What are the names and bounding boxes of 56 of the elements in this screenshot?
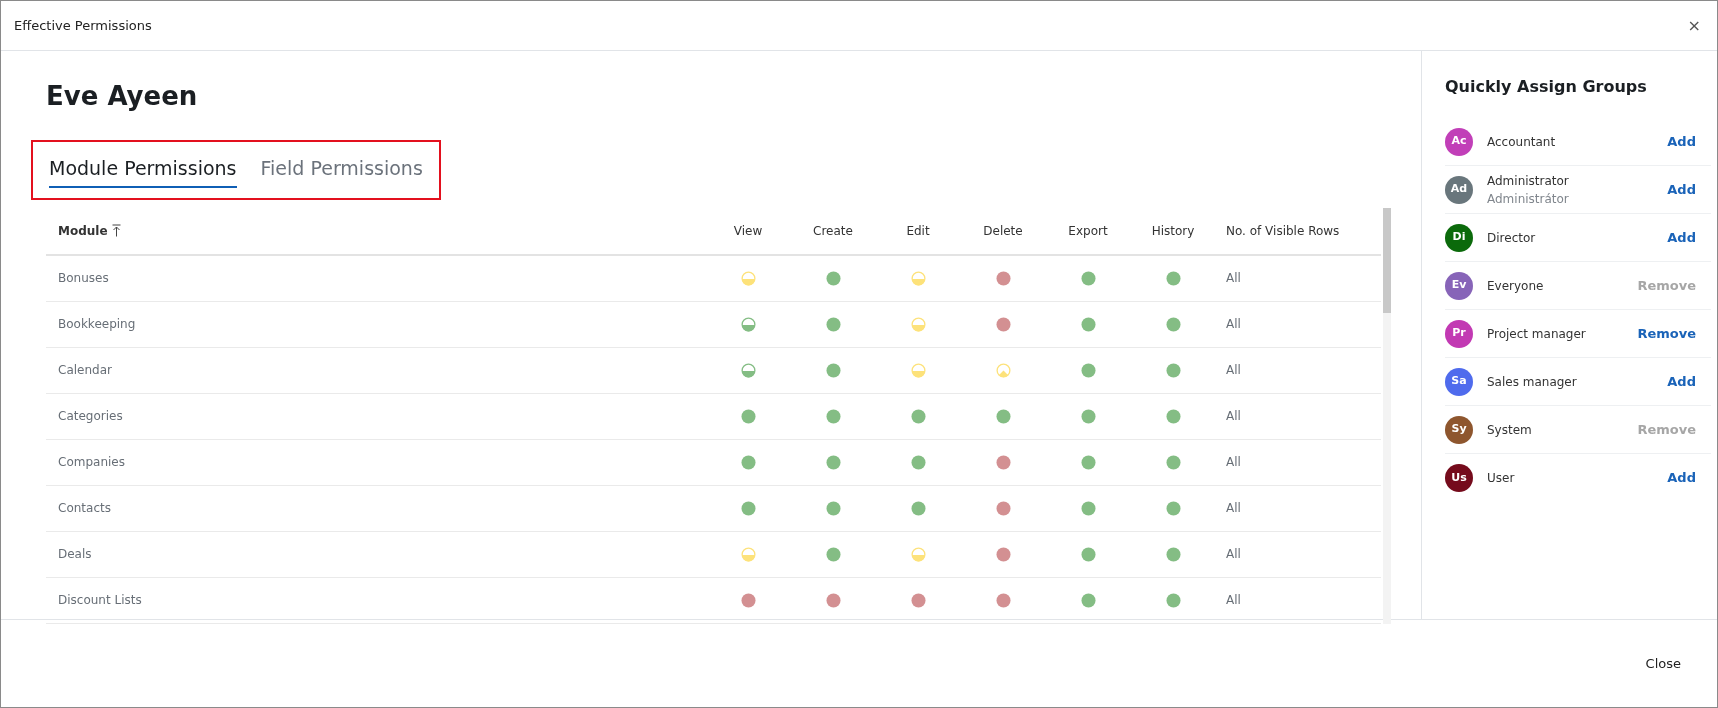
column-header[interactable]: Delete: [983, 221, 1023, 240]
tab[interactable]: Field Permissions: [260, 152, 423, 188]
column-header[interactable]: Export: [1068, 221, 1108, 240]
group-name: User: [1487, 470, 1515, 488]
table-cell-text: Calendar: [57, 362, 112, 380]
column-header[interactable]: No. of Visible Rows: [1216, 221, 1340, 240]
group-action-link[interactable]: Add: [1667, 468, 1696, 488]
table-cell-text: Companies: [57, 454, 125, 472]
avatar: Us: [1445, 464, 1473, 493]
table-cell-text: All: [1225, 592, 1241, 610]
table-cell-text: All: [1225, 362, 1241, 380]
panel-title: Quickly Assign Groups: [1445, 77, 1648, 97]
close-button[interactable]: Close: [1633, 647, 1693, 680]
user-name: Eve Ayeen: [46, 81, 199, 113]
group-action-link[interactable]: Add: [1667, 179, 1696, 200]
avatar: Sy: [1445, 415, 1473, 444]
group-name: System: [1487, 421, 1532, 439]
table-cell-text: All: [1225, 408, 1241, 426]
avatar: Di: [1445, 223, 1473, 252]
table-cell-text: Bonuses: [57, 270, 109, 288]
table-cell-text: All: [1225, 316, 1241, 334]
group-action-link[interactable]: Add: [1667, 371, 1696, 392]
group-action-link[interactable]: Add: [1667, 131, 1696, 152]
table-cell-text: Discount Lists: [57, 592, 142, 610]
group-name: Project manager: [1487, 325, 1586, 343]
window-title: Effective Permissions: [14, 16, 152, 35]
avatar: Ev: [1445, 271, 1473, 300]
column-header[interactable]: View: [733, 221, 763, 240]
group-name: Accountant: [1487, 133, 1556, 151]
avatar: Sa: [1445, 367, 1473, 396]
column-header[interactable]: Create: [813, 221, 853, 240]
column-header[interactable]: History: [1151, 221, 1195, 240]
tab[interactable]: Module Permissions: [49, 152, 237, 188]
group-action-link[interactable]: Add: [1667, 227, 1696, 248]
table-cell-text: Bookkeeping: [57, 316, 136, 334]
avatar: Ac: [1445, 127, 1473, 156]
table-cell-text: Contacts: [57, 500, 111, 518]
column-header[interactable]: Edit: [906, 221, 930, 240]
sort-ascending-icon[interactable]: [111, 224, 121, 238]
group-name: Sales manager: [1487, 373, 1577, 391]
table-cell-text: Deals: [57, 546, 92, 564]
scrollbar[interactable]: [1383, 207, 1391, 624]
group-name: Administrator: [1487, 172, 1569, 190]
table-cell-text: All: [1225, 270, 1241, 288]
close-button[interactable]: ×: [1685, 17, 1703, 34]
group-subtitle: Administrátor: [1487, 190, 1569, 208]
avatar: Ad: [1445, 175, 1473, 204]
group-name: Director: [1487, 229, 1536, 247]
group-name: Everyone: [1487, 277, 1544, 295]
group-action-link[interactable]: Remove: [1637, 323, 1696, 344]
table-cell-text: Categories: [57, 408, 123, 426]
avatar: Pr: [1445, 319, 1473, 348]
table-cell-text: All: [1225, 454, 1241, 472]
table-cell-text: All: [1225, 546, 1241, 564]
column-header[interactable]: Module: [58, 221, 108, 240]
table-cell-text: All: [1225, 500, 1241, 518]
